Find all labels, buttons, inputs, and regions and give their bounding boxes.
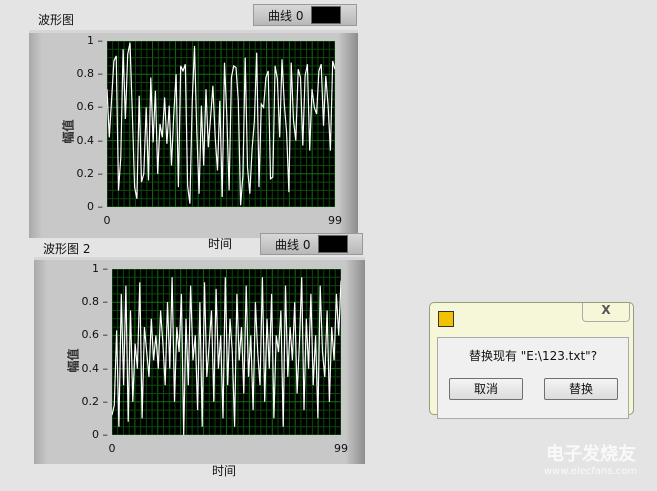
replace-button[interactable]: 替换 <box>544 378 618 400</box>
replace-dialog: X 替换现有 "E:\123.txt"? 取消 替换 <box>429 302 634 419</box>
graph1-legend[interactable]: 曲线 0 <box>253 4 357 26</box>
cancel-button[interactable]: 取消 <box>449 378 523 400</box>
y-tick-label: 0.6 – <box>76 100 104 114</box>
graph2-xlabel: 时间 <box>212 464 237 478</box>
y-tick-label: 0.6 – <box>81 328 109 342</box>
graph2-plot[interactable] <box>112 269 341 435</box>
line-style-icon <box>318 235 349 253</box>
graph1-plot[interactable] <box>107 41 335 207</box>
y-tick-label: 0.4 – <box>76 133 104 147</box>
y-tick-label: 0 – <box>87 200 103 213</box>
x-tick-label: 99 <box>334 442 348 455</box>
graph2-title: 波形图 2 <box>43 242 91 256</box>
labview-icon <box>438 311 454 327</box>
dialog-message: 替换现有 "E:\123.txt"? <box>468 349 598 363</box>
watermark-url: www.elecfans.com <box>544 466 638 477</box>
x-tick-label: 99 <box>328 214 342 227</box>
watermark-brand: 电子发烧友 <box>546 444 636 465</box>
x-tick-label: 0 <box>103 214 111 227</box>
y-tick-label: 0.4 – <box>81 361 109 375</box>
dialog-body: 替换现有 "E:\123.txt"? 取消 替换 <box>437 337 629 419</box>
line-style-icon <box>311 6 342 24</box>
graph1-xlabel: 时间 <box>208 237 233 251</box>
graph2-legend[interactable]: 曲线 0 <box>260 233 363 255</box>
y-tick-label: 1 – <box>92 262 108 275</box>
legend-label: 曲线 0 <box>275 237 311 252</box>
close-button[interactable]: X <box>582 303 630 322</box>
graph1-title: 波形图 <box>38 13 75 27</box>
y-tick-label: 1 – <box>87 34 103 47</box>
watermark: 电子发烧友 www.elecfans.com <box>510 440 637 477</box>
y-tick-label: 0 – <box>92 428 108 441</box>
y-tick-label: 0.8 – <box>81 295 109 309</box>
y-tick-label: 0.2 – <box>81 394 109 408</box>
legend-label: 曲线 0 <box>268 8 304 23</box>
y-tick-label: 0.8 – <box>76 67 104 81</box>
y-tick-label: 0.2 – <box>76 166 104 180</box>
x-tick-label: 0 <box>108 442 116 455</box>
